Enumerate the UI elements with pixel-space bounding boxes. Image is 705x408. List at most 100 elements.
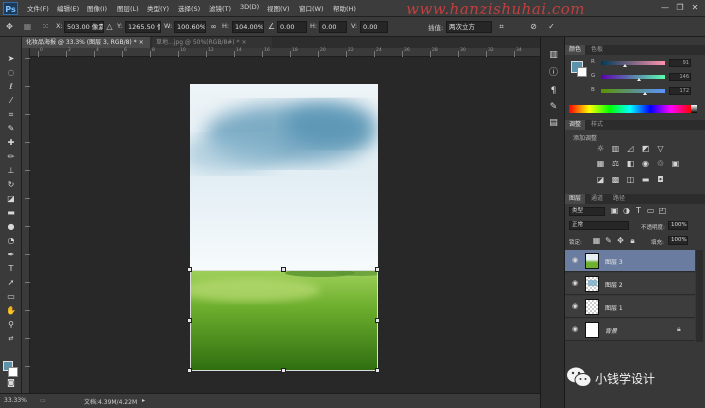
- filter-adjust-icon[interactable]: ◑: [621, 206, 632, 216]
- brightness-icon[interactable]: ☼: [595, 144, 606, 154]
- zoom-icon[interactable]: ⚲: [3, 319, 19, 330]
- filter-smart-icon[interactable]: ◰: [657, 206, 668, 216]
- paragraph-panel-icon[interactable]: ¶: [547, 85, 560, 98]
- tool-presets-icon[interactable]: ▤: [547, 117, 560, 130]
- tab-grass-image[interactable]: 草地...jpg @ 50%(RGB/8#) * ×: [152, 37, 272, 48]
- tab-color[interactable]: 颜色: [565, 45, 586, 55]
- black-white-ramp[interactable]: [691, 105, 697, 113]
- menu-file[interactable]: 文件(F): [27, 3, 49, 13]
- menu-type[interactable]: 类型(Y): [147, 3, 169, 13]
- layer-row-3[interactable]: ◉ 图层 3: [565, 250, 695, 272]
- rotate-input[interactable]: 0.00: [277, 21, 307, 33]
- properties-panel-icon[interactable]: ⓘ: [547, 67, 560, 80]
- lock-all-icon[interactable]: 🔒︎: [627, 236, 638, 246]
- quick-mask-icon[interactable]: ◙: [3, 377, 19, 388]
- delta-icon[interactable]: △: [104, 21, 115, 32]
- link-icon[interactable]: ∞: [208, 21, 219, 32]
- color-panel-background-swatch[interactable]: [577, 67, 587, 77]
- swap-colors-icon[interactable]: ⇄: [3, 333, 19, 344]
- healing-icon[interactable]: ✚: [3, 137, 19, 148]
- tab-paths[interactable]: 路径: [609, 194, 629, 204]
- move-tool-icon[interactable]: ✥: [4, 21, 15, 32]
- reference-point-icon[interactable]: ▦: [22, 21, 33, 32]
- visibility-eye-icon[interactable]: ◉: [570, 324, 580, 334]
- hand-icon[interactable]: ✋: [3, 305, 19, 316]
- stamp-icon[interactable]: ⊥: [3, 165, 19, 176]
- transform-handle-tl[interactable]: [187, 267, 192, 272]
- layers-scrollbar[interactable]: [696, 250, 703, 342]
- cancel-transform-icon[interactable]: ⊘: [528, 21, 539, 32]
- menu-help[interactable]: 帮助(H): [333, 3, 356, 13]
- warp-icon[interactable]: ⌗: [496, 21, 507, 32]
- photo-filter-icon[interactable]: ◉: [640, 159, 651, 169]
- width-input[interactable]: 100.60%: [174, 21, 206, 33]
- tab-layers[interactable]: 图层: [565, 194, 586, 204]
- filter-type-icon[interactable]: T: [633, 206, 644, 216]
- x-input[interactable]: 503.00 像素: [64, 21, 104, 33]
- color-spectrum-bar[interactable]: [569, 105, 691, 113]
- layer-row-2[interactable]: ◉ 图层 2: [565, 273, 695, 295]
- visibility-eye-icon[interactable]: ◉: [570, 255, 580, 265]
- crop-icon[interactable]: ⌗: [3, 109, 19, 120]
- transform-handle-l[interactable]: [187, 318, 192, 323]
- blue-slider[interactable]: B 172: [591, 87, 691, 95]
- path-select-icon[interactable]: ➚: [3, 277, 19, 288]
- menu-image[interactable]: 图像(I): [87, 3, 107, 13]
- minimize-icon[interactable]: —: [660, 3, 670, 13]
- green-slider-knob[interactable]: [637, 78, 641, 81]
- green-slider[interactable]: G 146: [591, 73, 691, 81]
- document-canvas[interactable]: [187, 84, 380, 373]
- move-icon[interactable]: ➤: [3, 53, 19, 64]
- opacity-input[interactable]: 100%: [668, 221, 688, 230]
- color-lookup-icon[interactable]: ▣: [670, 159, 681, 169]
- layer-row-1[interactable]: ◉ 图层 1: [565, 296, 695, 318]
- visibility-eye-icon[interactable]: ◉: [570, 278, 580, 288]
- h-skew-input[interactable]: 0.00: [319, 21, 347, 33]
- menu-layer[interactable]: 图层(L): [117, 3, 139, 13]
- v-skew-input[interactable]: 0.00: [360, 21, 388, 33]
- threshold-icon[interactable]: ◫: [625, 175, 636, 185]
- tab-adjustments[interactable]: 调整: [565, 120, 586, 130]
- layer-row-background[interactable]: ◉ 背景 🔒︎: [565, 319, 695, 341]
- menu-select[interactable]: 选择(S): [178, 3, 200, 13]
- filter-shape-icon[interactable]: ▭: [645, 206, 656, 216]
- selective-color-icon[interactable]: ◘: [655, 175, 666, 185]
- filter-pixel-icon[interactable]: ▣: [609, 206, 620, 216]
- layer-filter-kind[interactable]: 类型: [569, 207, 605, 216]
- fill-input[interactable]: 100%: [668, 236, 688, 245]
- y-input[interactable]: 1265.50 像: [125, 21, 161, 33]
- menu-edit[interactable]: 编辑(E): [57, 3, 79, 13]
- color-balance-icon[interactable]: ⚖: [610, 159, 621, 169]
- invert-icon[interactable]: ◪: [595, 175, 606, 185]
- menu-window[interactable]: 窗口(W): [299, 3, 324, 13]
- levels-icon[interactable]: ▥: [610, 144, 621, 154]
- commit-transform-icon[interactable]: ✓: [546, 21, 557, 32]
- black-white-icon[interactable]: ◧: [625, 159, 636, 169]
- quick-select-icon[interactable]: ⁄: [3, 95, 19, 106]
- red-slider[interactable]: R 91: [591, 59, 691, 67]
- brush-icon[interactable]: ✏: [3, 151, 19, 162]
- status-arrow-icon[interactable]: ▸: [142, 397, 145, 404]
- menu-view[interactable]: 视图(V): [267, 3, 290, 13]
- tab-cosmetics-poster[interactable]: 化妆品海报 @ 33.3% (图层 3, RGB/8) * ×: [22, 37, 150, 48]
- pen-icon[interactable]: ✒: [3, 249, 19, 260]
- channel-mixer-icon[interactable]: ♲: [655, 159, 666, 169]
- exposure-icon[interactable]: ◩: [640, 144, 651, 154]
- transform-handle-t[interactable]: [281, 267, 286, 272]
- lock-position-icon[interactable]: ✥: [615, 236, 626, 246]
- blend-mode-select[interactable]: 正常: [569, 221, 629, 230]
- history-panel-icon[interactable]: ▥: [547, 49, 560, 62]
- shape-icon[interactable]: ▭: [3, 291, 19, 302]
- restore-icon[interactable]: ❐: [675, 3, 685, 13]
- close-icon[interactable]: ✕: [690, 3, 700, 13]
- type-icon[interactable]: T: [3, 263, 19, 274]
- eraser-icon[interactable]: ◪: [3, 193, 19, 204]
- gradient-icon[interactable]: ▬: [3, 207, 19, 218]
- transform-handle-r[interactable]: [375, 318, 380, 323]
- lock-pixels-icon[interactable]: ✎: [603, 236, 614, 246]
- transform-handle-b[interactable]: [281, 368, 286, 373]
- reference-grid-icon[interactable]: ⁙: [40, 21, 51, 32]
- height-input[interactable]: 104.00%: [232, 21, 264, 33]
- posterize-icon[interactable]: ▩: [610, 175, 621, 185]
- dodge-icon[interactable]: ◔: [3, 235, 19, 246]
